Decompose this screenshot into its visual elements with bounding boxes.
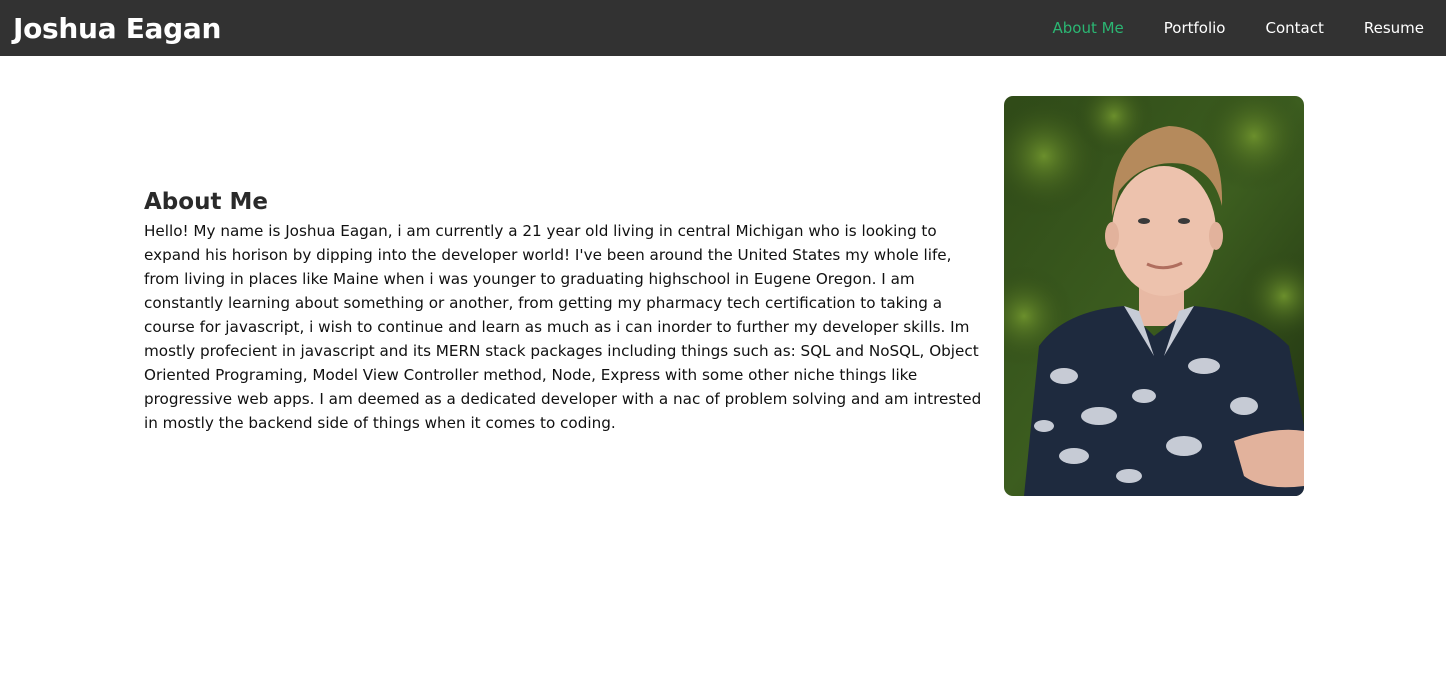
about-paragraph: Hello! My name is Joshua Eagan, i am cur… xyxy=(144,222,982,432)
nav-link-portfolio[interactable]: Portfolio xyxy=(1144,0,1246,56)
nav-link-about-me[interactable]: About Me xyxy=(1032,0,1143,56)
nav-link-contact[interactable]: Contact xyxy=(1246,0,1344,56)
about-title: About Me xyxy=(144,189,268,215)
nav-link-resume[interactable]: Resume xyxy=(1344,0,1444,56)
about-text-block: About Me Hello! My name is Joshua Eagan,… xyxy=(144,189,984,435)
profile-photo xyxy=(1004,96,1304,496)
main-nav: About Me Portfolio Contact Resume xyxy=(1032,0,1444,56)
about-section: About Me Hello! My name is Joshua Eagan,… xyxy=(144,96,1304,496)
navbar: Joshua Eagan About Me Portfolio Contact … xyxy=(0,0,1446,56)
brand-title[interactable]: Joshua Eagan xyxy=(13,12,221,45)
